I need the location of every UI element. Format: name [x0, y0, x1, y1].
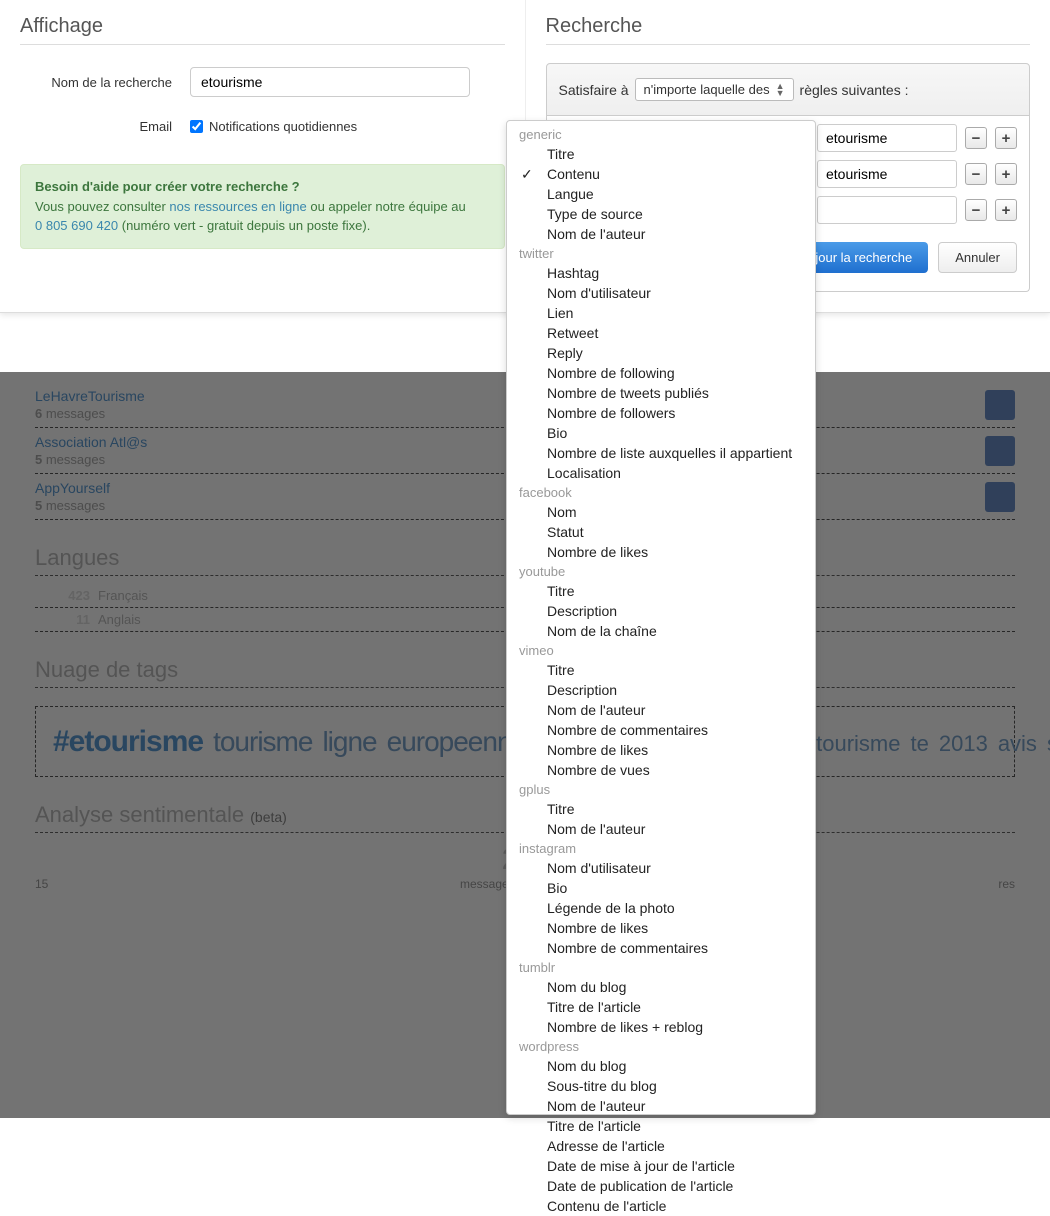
dropdown-item[interactable]: Retweet — [507, 323, 815, 343]
help-heading: Besoin d'aide pour créer votre recherche… — [35, 179, 300, 194]
dropdown-item[interactable]: Bio — [507, 878, 815, 898]
dropdown-item[interactable]: Nombre de liste auxquelles il appartient — [507, 443, 815, 463]
dropdown-item[interactable]: Titre — [507, 660, 815, 680]
dropdown-item[interactable]: Titre — [507, 799, 815, 819]
dropdown-item[interactable]: Nom de la chaîne — [507, 621, 815, 641]
dropdown-item[interactable]: Nom — [507, 502, 815, 522]
dropdown-item[interactable]: Statut — [507, 522, 815, 542]
dropdown-item[interactable]: Contenu — [507, 164, 815, 184]
dropdown-item[interactable]: Nom d'utilisateur — [507, 858, 815, 878]
affichage-panel: Affichage Nom de la recherche Email Noti… — [0, 0, 525, 312]
daily-notifications-checkbox[interactable] — [190, 120, 203, 133]
dropdown-item[interactable]: Nom d'utilisateur — [507, 283, 815, 303]
dropdown-item[interactable]: Nombre de followers — [507, 403, 815, 423]
dropdown-group-tumblr: tumblr — [507, 958, 815, 977]
dropdown-item[interactable]: Description — [507, 601, 815, 621]
dropdown-item[interactable]: Titre de l'article — [507, 997, 815, 1017]
affichage-title: Affichage — [20, 15, 505, 45]
dropdown-item[interactable]: Nombre de likes + reblog — [507, 1017, 815, 1037]
dropdown-item[interactable]: Légende de la photo — [507, 898, 815, 918]
satisfy-select[interactable]: n'importe laquelle des ▲▼ — [635, 78, 794, 101]
dropdown-item[interactable]: Description — [507, 680, 815, 700]
dropdown-item[interactable]: Localisation — [507, 463, 815, 483]
dropdown-group-generic: generic — [507, 125, 815, 144]
chevron-updown-icon: ▲▼ — [776, 83, 785, 97]
add-rule-button[interactable]: + — [995, 127, 1017, 149]
search-name-label: Nom de la recherche — [20, 75, 190, 90]
dropdown-item[interactable]: Reply — [507, 343, 815, 363]
help-phone: 0 805 690 420 — [35, 218, 118, 233]
dropdown-item[interactable]: Nom de l'auteur — [507, 1096, 815, 1116]
dropdown-item[interactable]: Contenu de l'article — [507, 1196, 815, 1216]
dropdown-item[interactable]: Type de source — [507, 204, 815, 224]
dropdown-group-facebook: facebook — [507, 483, 815, 502]
dropdown-item[interactable]: Nombre de likes — [507, 918, 815, 938]
dropdown-item[interactable]: Date de mise à jour de l'article — [507, 1156, 815, 1176]
recherche-title: Recherche — [546, 15, 1031, 45]
dropdown-group-gplus: gplus — [507, 780, 815, 799]
dropdown-item[interactable]: Nom de l'auteur — [507, 224, 815, 244]
dropdown-item[interactable]: Nom de l'auteur — [507, 819, 815, 839]
remove-rule-button[interactable]: − — [965, 199, 987, 221]
rule-value-input[interactable] — [817, 124, 957, 152]
dropdown-item[interactable]: Nombre de vues — [507, 760, 815, 780]
dropdown-group-vimeo: vimeo — [507, 641, 815, 660]
dropdown-item[interactable]: Nombre de tweets publiés — [507, 383, 815, 403]
help-resources-link[interactable]: nos ressources en ligne — [169, 199, 306, 214]
satisfy-post-label: règles suivantes : — [800, 82, 909, 98]
dropdown-item[interactable]: Lien — [507, 303, 815, 323]
remove-rule-button[interactable]: − — [965, 163, 987, 185]
dropdown-group-twitter: twitter — [507, 244, 815, 263]
dropdown-item[interactable]: Nombre de likes — [507, 740, 815, 760]
cancel-button[interactable]: Annuler — [938, 242, 1017, 273]
dropdown-item[interactable]: Titre de l'article — [507, 1116, 815, 1136]
daily-notifications-label: Notifications quotidiennes — [209, 119, 357, 134]
dropdown-item[interactable]: Bio — [507, 423, 815, 443]
add-rule-button[interactable]: + — [995, 163, 1017, 185]
dropdown-group-youtube: youtube — [507, 562, 815, 581]
add-rule-button[interactable]: + — [995, 199, 1017, 221]
email-label: Email — [20, 119, 190, 134]
dropdown-item[interactable]: Nombre de likes — [507, 542, 815, 562]
field-type-dropdown[interactable]: genericTitreContenuLangueType de sourceN… — [506, 120, 816, 1115]
dropdown-item[interactable]: Hashtag — [507, 263, 815, 283]
dropdown-item[interactable]: Adresse de l'article — [507, 1136, 815, 1156]
rule-value-input[interactable] — [817, 196, 957, 224]
dropdown-item[interactable]: Nom de l'auteur — [507, 700, 815, 720]
dropdown-group-instagram: instagram — [507, 839, 815, 858]
dropdown-item[interactable]: Nombre de following — [507, 363, 815, 383]
dropdown-item[interactable]: Nom du blog — [507, 1056, 815, 1076]
rule-group-header: Satisfaire à n'importe laquelle des ▲▼ r… — [546, 63, 1031, 116]
dropdown-item[interactable]: Nom du blog — [507, 977, 815, 997]
dropdown-item[interactable]: Langue — [507, 184, 815, 204]
dropdown-item[interactable]: Nombre de commentaires — [507, 938, 815, 958]
search-name-input[interactable] — [190, 67, 470, 97]
remove-rule-button[interactable]: − — [965, 127, 987, 149]
satisfy-pre-label: Satisfaire à — [559, 82, 629, 98]
dropdown-item[interactable]: Nombre de commentaires — [507, 720, 815, 740]
dropdown-item[interactable]: Sous-titre du blog — [507, 1076, 815, 1096]
dropdown-item[interactable]: Titre — [507, 581, 815, 601]
rule-value-input[interactable] — [817, 160, 957, 188]
help-box: Besoin d'aide pour créer votre recherche… — [20, 164, 505, 249]
dropdown-item[interactable]: Date de publication de l'article — [507, 1176, 815, 1196]
dropdown-group-wordpress: wordpress — [507, 1037, 815, 1056]
dropdown-item[interactable]: Titre — [507, 144, 815, 164]
